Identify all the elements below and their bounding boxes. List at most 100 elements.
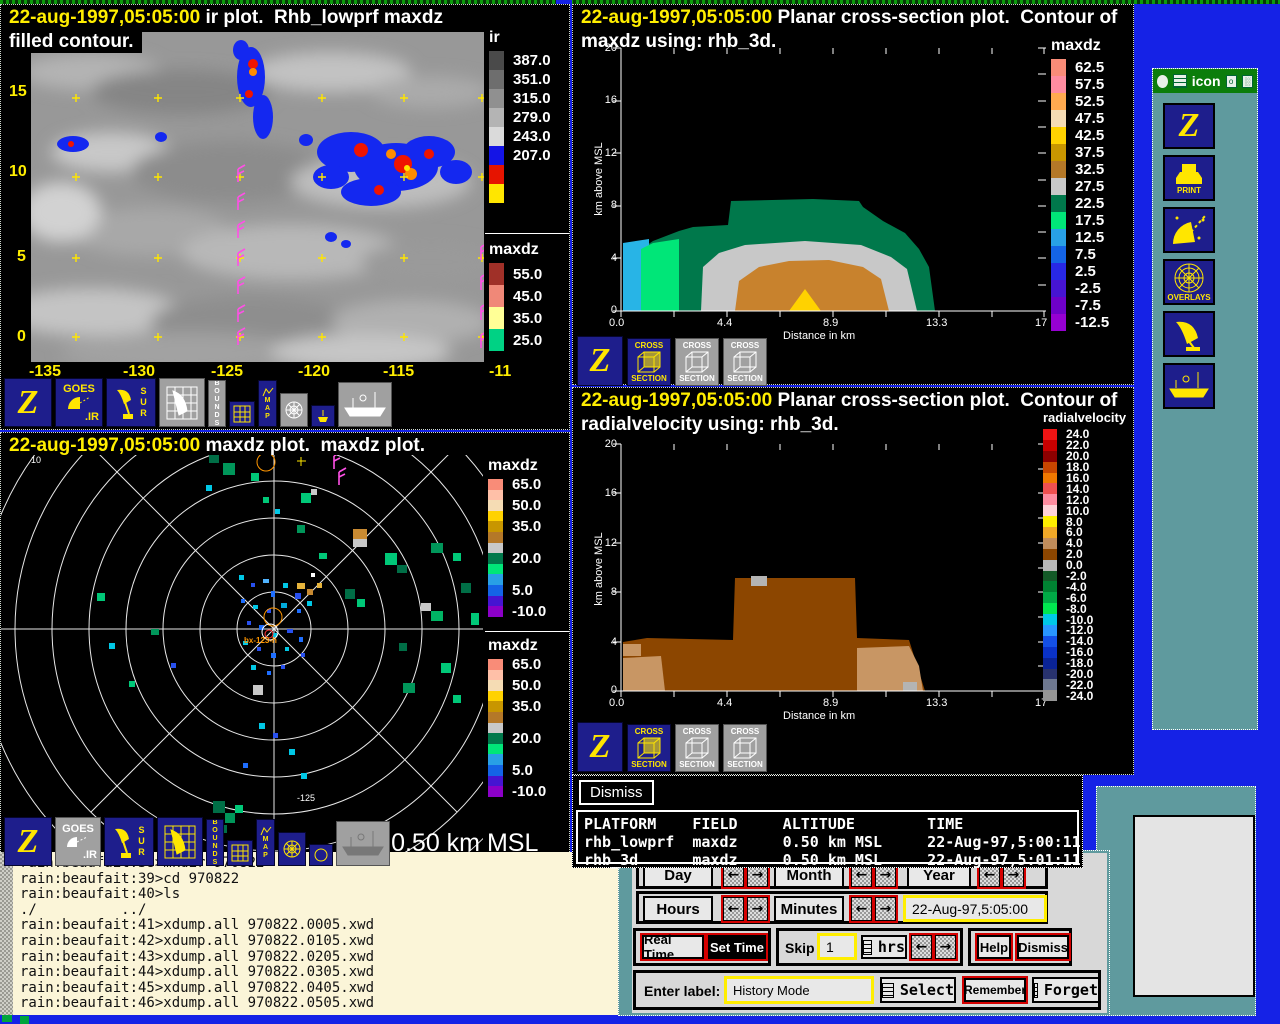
cross-section-button-active[interactable]: CROSS SECTION [627, 724, 671, 772]
ship-button[interactable] [338, 382, 392, 427]
circle-icon [313, 847, 329, 863]
satellite-dish-icon [66, 395, 92, 411]
grid-radar-button[interactable] [159, 378, 205, 427]
bounds-label: BOUNDS [214, 380, 221, 427]
goes-ir-button[interactable]: GOES .IR [55, 817, 101, 866]
cross-section-button[interactable]: CROSS SECTION [675, 338, 719, 386]
ir-x-tick: -11 [489, 363, 511, 381]
radar-antenna-button[interactable] [1163, 311, 1215, 357]
ir-title-time: 22-aug-1997,05:05:00 [9, 7, 200, 28]
skip-back-arrow[interactable]: ← [911, 935, 932, 959]
window-restore-icon[interactable]: ░ [1242, 75, 1253, 88]
buoy-icon [316, 409, 330, 423]
circle-overlay-button[interactable] [309, 844, 333, 866]
colorbar-entry: 22.5 [1051, 195, 1109, 212]
terminal-output: rain:beaufait:38>mkdir 970822rain:beaufa… [20, 856, 374, 1012]
zebra-logo-button[interactable]: Z [4, 817, 52, 866]
ir-toolbar: Z GOES .IR SUR BOUNDS MAP [4, 378, 392, 427]
cross-section-button[interactable]: CROSS SECTION [675, 724, 719, 772]
print-button[interactable]: PRINT [1163, 155, 1215, 201]
dismiss-button[interactable]: Dismiss [1017, 935, 1069, 959]
help-button[interactable]: Help [977, 935, 1011, 959]
hours-button[interactable]: Hours [643, 896, 713, 922]
ir-satellite-image[interactable] [31, 32, 484, 362]
time-group: Hours ← → Minutes ← → 22-Aug-97,5:05:00 [636, 891, 1048, 924]
range-rings-icon [283, 399, 305, 421]
skip-group: Skip 1 hrs ← → [776, 928, 963, 966]
label-group: Enter label: History Mode Select Remembe… [633, 970, 1101, 1010]
surveillance-button[interactable]: SUR [104, 817, 154, 866]
ship-button[interactable] [1163, 363, 1215, 409]
minutes-back-arrow[interactable]: ← [851, 897, 872, 921]
rings-overlay-button[interactable] [278, 832, 306, 866]
background-window [1096, 786, 1256, 1016]
grid-icon [233, 405, 251, 423]
icon-toolbox-window: icon o ░ Z PRINT OVERLAYS [1152, 68, 1258, 730]
xs2-colorbar-label: radialvelocity [1043, 410, 1126, 425]
xs2-y-tick: 4 [597, 636, 617, 648]
colorbar-entry: -10.0 [488, 786, 546, 797]
window-iconify-icon[interactable]: o [1226, 75, 1237, 88]
buoy-button[interactable] [311, 405, 335, 427]
window-menu-circle-icon[interactable] [1157, 75, 1168, 88]
zebra-logo-button[interactable]: Z [4, 378, 52, 427]
skip-value-field[interactable]: 1 [817, 933, 857, 960]
cross-section-button-active[interactable]: CROSS SECTION [627, 338, 671, 386]
menu-icon [1034, 983, 1038, 998]
menu-icon [882, 983, 894, 998]
cross-section-button[interactable]: CROSS SECTION [723, 338, 767, 386]
remember-button[interactable]: Remember [964, 978, 1026, 1002]
select-menu-button[interactable]: Select [880, 977, 956, 1003]
ppi-radar-display[interactable] [1, 433, 571, 871]
bounds-button[interactable]: BOUNDS [208, 380, 226, 427]
terminal-scrollbar[interactable] [0, 852, 13, 1015]
background-window-panel [1133, 815, 1255, 997]
hours-forward-arrow[interactable]: → [747, 897, 768, 921]
real-time-button[interactable]: Real Time [642, 935, 704, 959]
colorbar-entry: 20.0 [488, 733, 546, 744]
rings-overlay-button[interactable] [280, 393, 308, 427]
grid-radar-icon [165, 385, 199, 421]
forget-menu-button[interactable]: Forget [1032, 977, 1100, 1003]
minutes-forward-arrow[interactable]: → [875, 897, 896, 921]
bounds-button[interactable]: BOUNDS [206, 819, 224, 866]
ppi-colorbar2-label: maxdz [488, 637, 546, 655]
colorbar-entry: 2.5 [1051, 263, 1109, 280]
set-time-button[interactable]: Set Time [708, 935, 766, 959]
xs2-colorbar: radialvelocity 24.022.020.018.016.014.01… [1043, 410, 1126, 701]
surveillance-button[interactable]: SUR [106, 378, 156, 427]
satellite-dish-button[interactable] [1163, 207, 1215, 253]
cross-section-button[interactable]: CROSS SECTION [723, 724, 767, 772]
grid-radar-button[interactable] [157, 817, 203, 866]
colorbar-entry: 65.0 [488, 659, 546, 670]
label-field[interactable]: History Mode [724, 976, 874, 1004]
goes-ir-button[interactable]: GOES .IR [55, 378, 103, 427]
map-flag-icon [260, 826, 272, 836]
ir-y-tick: 10 [9, 163, 27, 181]
platform-dismiss-button[interactable]: Dismiss [579, 780, 654, 805]
ship-button[interactable] [336, 821, 390, 866]
xs1-x-tick: 4.4 [717, 317, 732, 329]
colorbar-entry: 5.0 [488, 585, 546, 596]
grid-icon [231, 844, 249, 862]
map-button[interactable]: MAP [256, 819, 275, 866]
zebra-logo-button[interactable]: Z [577, 722, 623, 772]
xs1-xlabel: Distance in km [783, 330, 855, 342]
overlays-button[interactable]: OVERLAYS [1163, 259, 1215, 305]
terminal-window[interactable]: rain:beaufait:38>mkdir 970822rain:beaufa… [0, 852, 622, 1015]
hours-back-arrow[interactable]: ← [723, 897, 744, 921]
ir-label: .IR [85, 411, 102, 423]
zebra-logo-button[interactable]: Z [1163, 103, 1215, 149]
time-value-field[interactable]: 22-Aug-97,5:05:00 [903, 895, 1047, 922]
grid-small-button[interactable] [227, 840, 253, 866]
skip-units-menu[interactable]: hrs [861, 935, 907, 959]
grid-small-button[interactable] [229, 401, 255, 427]
map-button[interactable]: MAP [258, 380, 277, 427]
xs1-contours [623, 199, 935, 311]
ppi-colorbar1-label: maxdz [488, 457, 546, 475]
icon-window-titlebar: icon o ░ [1153, 69, 1257, 93]
skip-forward-arrow[interactable]: → [935, 935, 956, 959]
minutes-button[interactable]: Minutes [774, 896, 844, 922]
zebra-logo-button[interactable]: Z [577, 336, 623, 386]
window-menu-icon[interactable] [1173, 74, 1187, 88]
